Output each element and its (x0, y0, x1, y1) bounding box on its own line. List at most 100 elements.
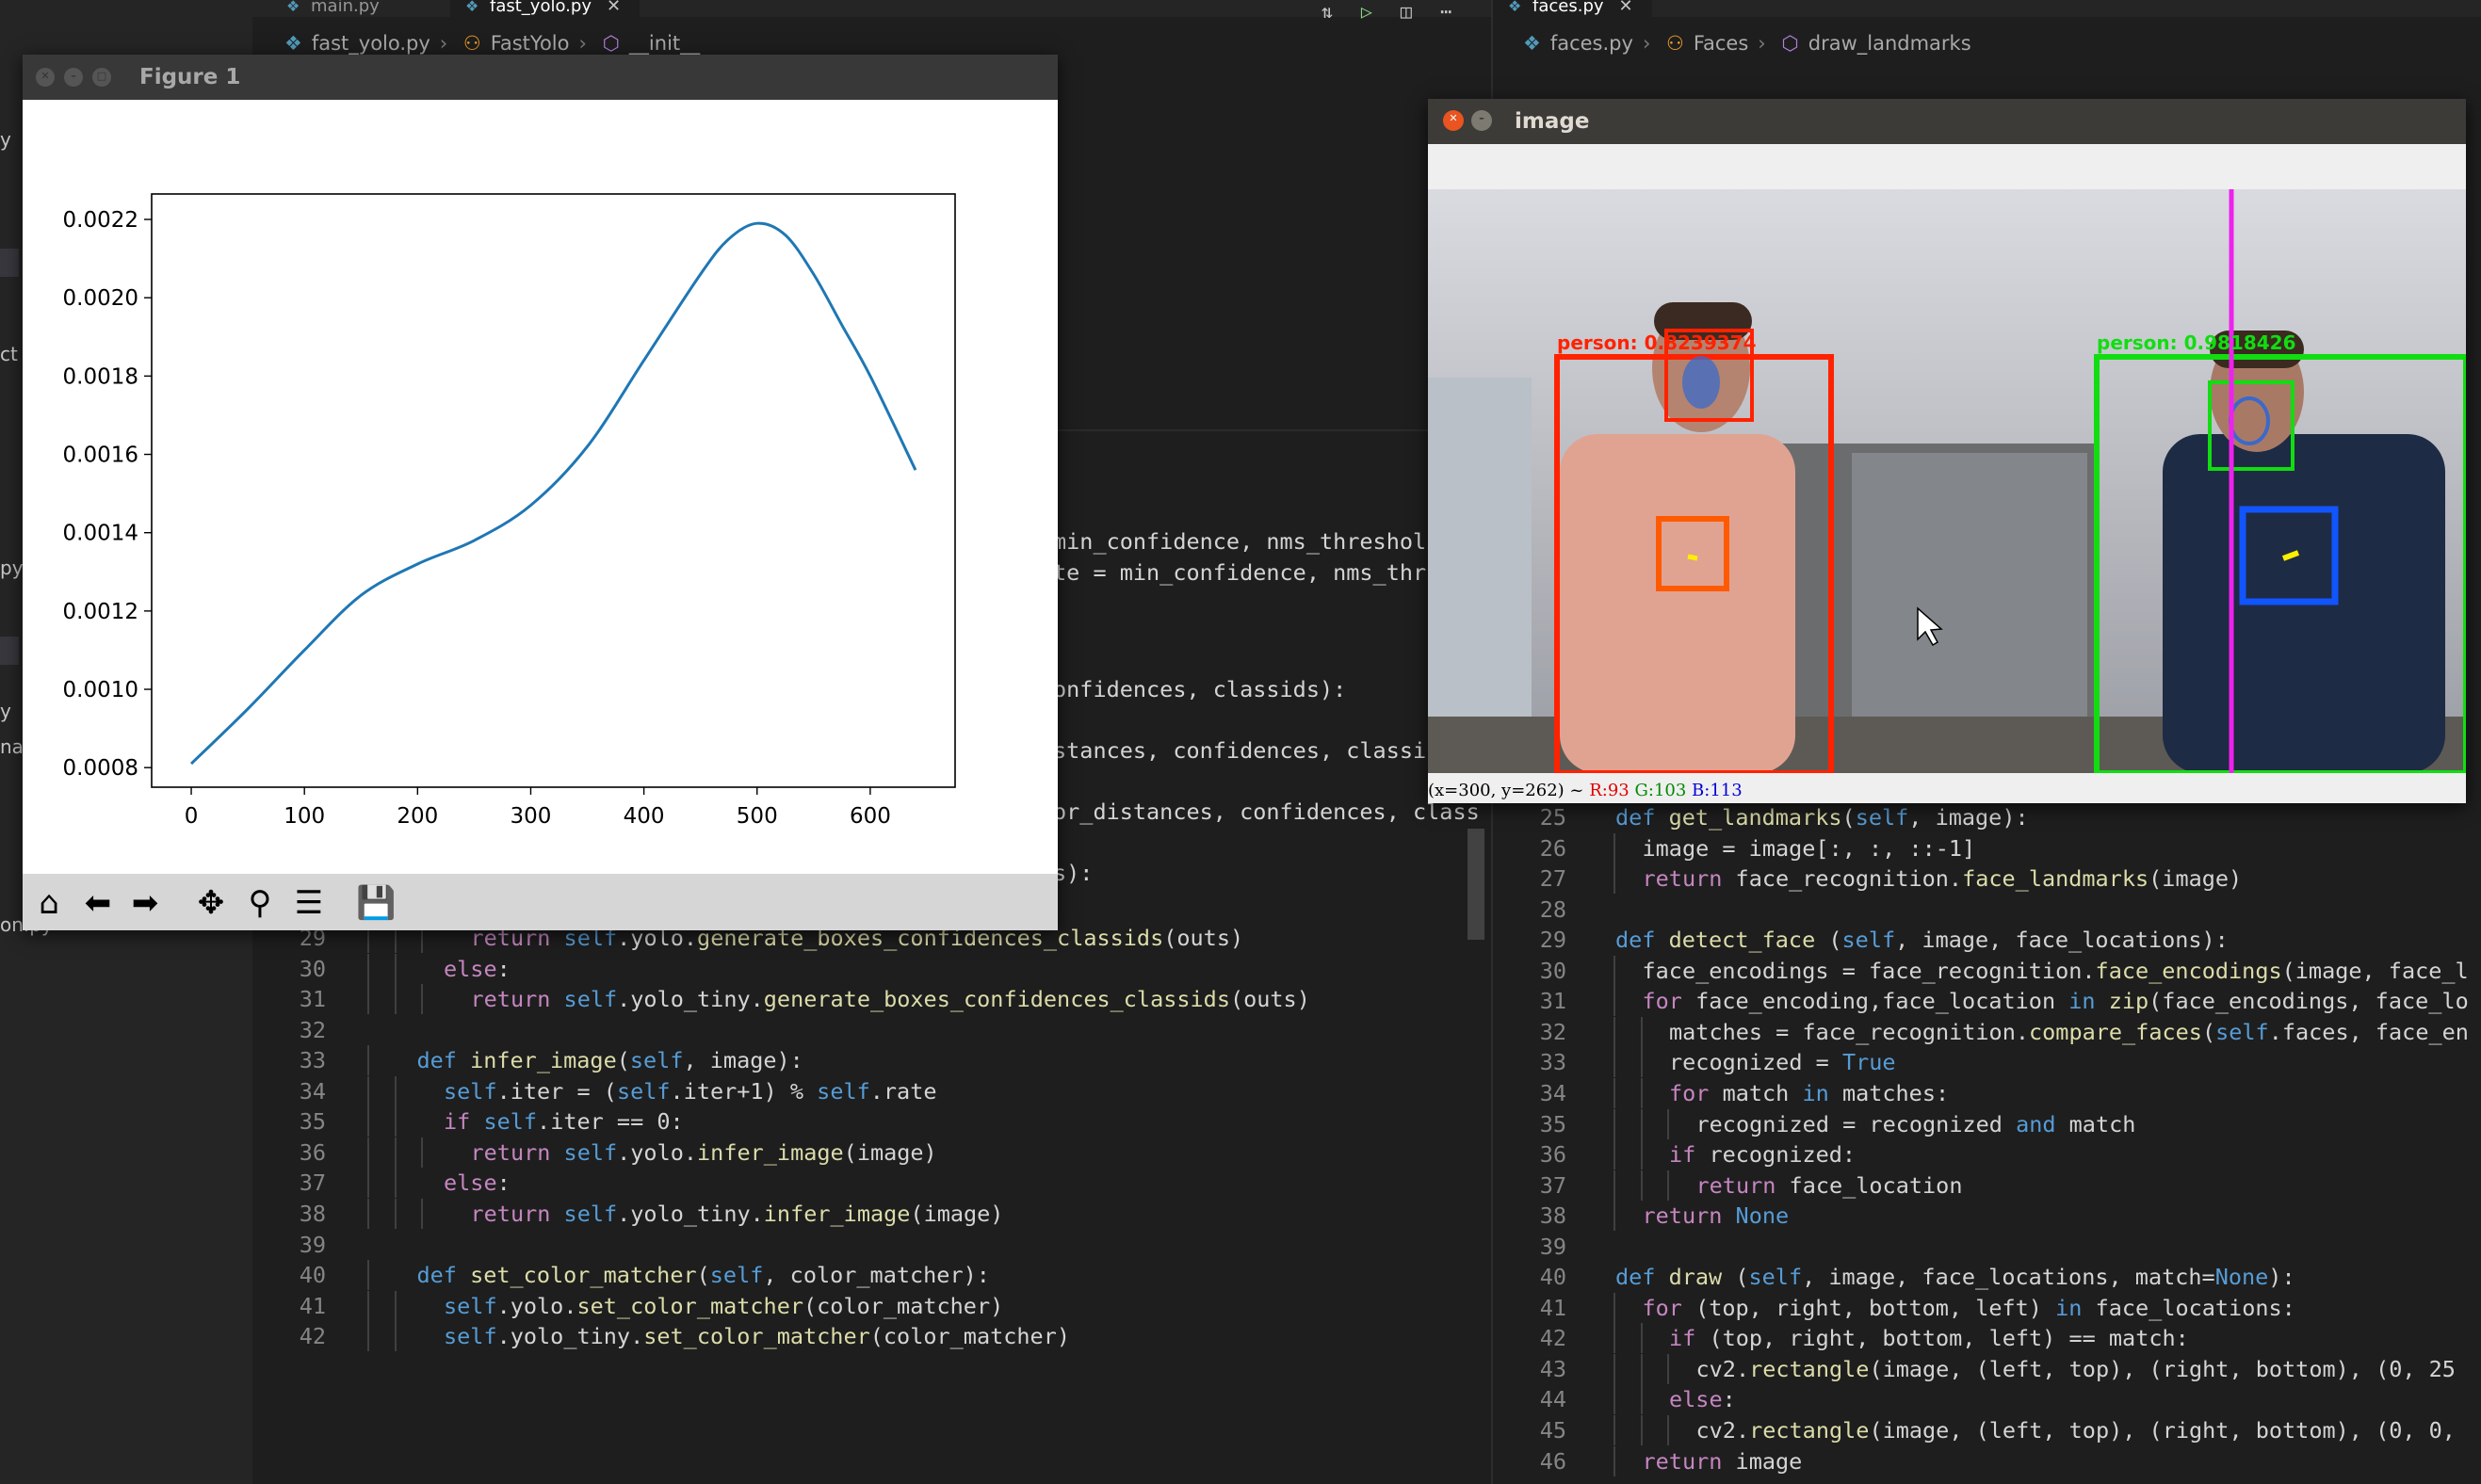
zoom-icon[interactable]: ⚲ (241, 885, 279, 921)
camera-frame[interactable]: person: 0.8239374 person: 0.9818426 (1428, 189, 2466, 773)
close-tab-icon[interactable]: ✕ (607, 0, 621, 16)
code-line: 41 self.yolo.set_color_matcher(color_matc… (252, 1290, 1491, 1321)
cursor-coordinates: (x=300, y=262) ~ (1428, 781, 1584, 800)
indent-guide (394, 1106, 397, 1137)
tab-faces-py[interactable]: ❖ faces.py ✕ (1493, 0, 1652, 17)
forward-arrow-icon[interactable]: ➡ (126, 885, 164, 921)
indent-guide (1613, 863, 1615, 895)
line-number: 33 (299, 1047, 326, 1074)
x-tick-label: 100 (284, 804, 325, 829)
y-tick-label: 0.0014 (63, 522, 138, 546)
code-token: set_color_matcher (643, 1323, 870, 1350)
tab-fast-yolo-py[interactable]: ❖ fast_yolo.py ✕ (450, 0, 641, 17)
figure-titlebar[interactable]: ✕ – □ Figure 1 (23, 55, 1058, 100)
indent-guide (421, 1137, 423, 1168)
code-token: (face_encodings, face_lo (2149, 988, 2469, 1015)
indent-guide (1613, 1323, 1615, 1354)
y-tick-label: 0.0008 (63, 756, 138, 781)
person-left-body (1560, 434, 1795, 773)
breadcrumb-file[interactable]: fast_yolo.py (312, 32, 430, 55)
breadcrumb-method[interactable]: __init__ (629, 32, 700, 55)
line-number: 40 (299, 1262, 326, 1289)
code-text: return self.yolo_tiny.infer_image(image) (471, 1199, 1004, 1229)
code-line: 26 image = image[:, :, ::-1] (1493, 832, 2481, 863)
sidebar-item[interactable]: py (0, 556, 24, 579)
indent-guide (1613, 986, 1615, 1017)
save-icon[interactable]: 💾 (356, 885, 396, 921)
code-token: for (1642, 988, 1696, 1015)
minimize-icon[interactable]: – (64, 68, 83, 87)
breadcrumb-class[interactable]: Faces (1694, 32, 1748, 55)
minimize-icon[interactable]: – (1471, 110, 1492, 131)
code-token: detect_face (1668, 927, 1829, 954)
code-token: face_recognition. (1735, 865, 1963, 893)
back-arrow-icon[interactable]: ⬅ (79, 885, 117, 921)
indent-guide (1613, 955, 1615, 986)
configure-subplots-icon[interactable]: ☰ (290, 885, 328, 921)
close-icon[interactable]: ✕ (1443, 110, 1464, 131)
code-token: ): (2268, 1264, 2295, 1291)
run-icon[interactable]: ▷ (1361, 0, 1372, 23)
code-line: 32 matches = face_recognition.compare_fac… (1493, 1016, 2481, 1047)
line-number: 35 (299, 1108, 326, 1136)
code-line: 34 self.iter = (self.iter+1) % self.rate (252, 1075, 1491, 1106)
sidebar-item[interactable]: y (0, 700, 11, 722)
code-token: set_color_matcher (576, 1292, 804, 1319)
sidebar-item[interactable]: na (0, 735, 24, 758)
home-icon[interactable]: ⌂ (30, 885, 68, 921)
code-token: face_encoding,face_location (1695, 988, 2069, 1015)
scrollbar-thumb[interactable] (1468, 829, 1484, 940)
more-actions-icon[interactable]: ⋯ (1440, 0, 1451, 23)
breadcrumb-right: ❖ faces.py › ⚇ Faces › ⬡ draw_landmarks (1523, 32, 1981, 60)
indent-guide (1640, 1169, 1643, 1201)
code-token: compare_faces (2029, 1018, 2202, 1045)
code-token: : (496, 1169, 511, 1197)
code-line: 37 else: (252, 1168, 1491, 1199)
line-number: 46 (1539, 1447, 1566, 1475)
code-token: return (470, 1138, 564, 1166)
code-token: , image): (683, 1047, 803, 1074)
breadcrumb-class[interactable]: FastYolo (491, 32, 570, 55)
close-tab-icon[interactable]: ✕ (1619, 0, 1633, 16)
indent-guide (1613, 1169, 1615, 1201)
code-text: for face_encoding,face_location in zip(f… (1643, 986, 2469, 1016)
sidebar-item[interactable]: ct (0, 343, 18, 365)
code-token: else (444, 1169, 497, 1197)
breadcrumb-method[interactable]: draw_landmarks (1808, 32, 1971, 55)
code-token: (image) (2149, 865, 2243, 893)
code-token: rectangle (1749, 1417, 1870, 1444)
indent-guide (1640, 1384, 1643, 1415)
code-token: return (1642, 1202, 1736, 1230)
code-token: return (470, 1200, 564, 1227)
sidebar-item[interactable]: y (0, 128, 11, 151)
code-line: 31 for face_encoding,face_location in zip… (1493, 986, 2481, 1017)
line-number: 35 (1539, 1110, 1566, 1137)
line-number: 38 (299, 1200, 326, 1227)
line-number: 37 (1539, 1171, 1566, 1199)
code-text: cv2.rectangle(image, (left, top), (right… (1696, 1415, 2456, 1445)
image-titlebar[interactable]: ✕ – image (1428, 99, 2466, 144)
code-token: self (709, 1262, 764, 1289)
code-line: 36 return self.yolo.infer_image(image) (252, 1137, 1491, 1168)
code-line: 27 return face_recognition.face_landmarks… (1493, 863, 2481, 895)
code-token: image = image[:, :, ::-1] (1642, 834, 1976, 862)
tab-main-py[interactable]: ❖ main.py (271, 0, 398, 17)
compare-changes-icon[interactable]: ⇅ (1322, 0, 1333, 23)
chevron-right-icon: › (1642, 32, 1651, 55)
line-number: 30 (299, 955, 326, 982)
split-editor-icon[interactable]: ◫ (1401, 0, 1412, 23)
breadcrumb-file[interactable]: faces.py (1550, 32, 1633, 55)
code-token: cv2. (1695, 1417, 1750, 1444)
green-value: G:103 (1634, 781, 1687, 800)
code-token: set_color_matcher (470, 1262, 697, 1289)
x-tick-label: 200 (397, 804, 438, 829)
maximize-icon[interactable]: □ (92, 68, 111, 87)
pan-icon[interactable]: ✥ (192, 885, 230, 921)
code-token: def (416, 1047, 471, 1074)
code-token: .iter == 0: (537, 1108, 684, 1136)
code-token: if (444, 1108, 484, 1136)
code-line: 28 (1493, 895, 2481, 925)
indent-guide (1613, 1016, 1615, 1047)
close-icon[interactable]: ✕ (36, 68, 55, 87)
code-text: def set_color_matcher(self, color_matche… (417, 1260, 990, 1290)
